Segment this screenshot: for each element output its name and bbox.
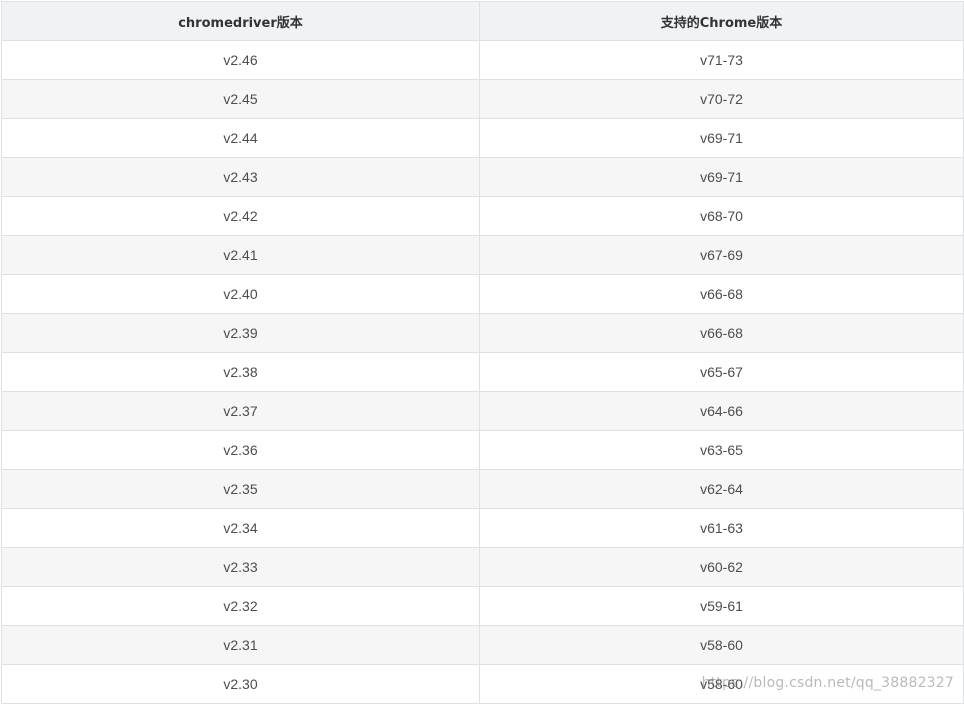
chromedriver-version-cell: v2.33 — [1, 547, 480, 587]
table-row: v2.32 v59-61 — [1, 586, 964, 626]
chrome-version-cell: v58-60 — [479, 625, 964, 665]
chromedriver-version-cell: v2.41 — [1, 235, 480, 275]
chromedriver-version-cell: v2.36 — [1, 430, 480, 470]
chromedriver-version-cell: v2.30 — [1, 664, 480, 704]
table-header: chromedriver版本 支持的Chrome版本 — [1, 1, 964, 41]
table-row: v2.30 v58-60 — [1, 664, 964, 704]
chromedriver-version-cell: v2.43 — [1, 157, 480, 197]
chrome-version-cell: v71-73 — [479, 40, 964, 80]
chromedriver-version-cell: v2.45 — [1, 79, 480, 119]
chromedriver-version-cell: v2.37 — [1, 391, 480, 431]
chrome-version-cell: v68-70 — [479, 196, 964, 236]
table-row: v2.40 v66-68 — [1, 274, 964, 314]
table-row: v2.31 v58-60 — [1, 625, 964, 665]
table-row: v2.43 v69-71 — [1, 157, 964, 197]
chrome-version-cell: v66-68 — [479, 274, 964, 314]
chrome-version-cell: v59-61 — [479, 586, 964, 626]
table-row: v2.33 v60-62 — [1, 547, 964, 587]
chromedriver-version-cell: v2.39 — [1, 313, 480, 353]
chromedriver-version-cell: v2.42 — [1, 196, 480, 236]
chromedriver-version-cell: v2.38 — [1, 352, 480, 392]
chromedriver-version-cell: v2.34 — [1, 508, 480, 548]
chrome-version-cell: v70-72 — [479, 79, 964, 119]
version-table-container: chromedriver版本 支持的Chrome版本 v2.46 v71-73 v… — [1, 1, 964, 704]
version-compat-table: chromedriver版本 支持的Chrome版本 v2.46 v71-73 v… — [1, 1, 964, 704]
chromedriver-version-cell: v2.32 — [1, 586, 480, 626]
chromedriver-version-cell: v2.35 — [1, 469, 480, 509]
chrome-version-cell: v61-63 — [479, 508, 964, 548]
table-row: v2.44 v69-71 — [1, 118, 964, 158]
chromedriver-version-cell: v2.31 — [1, 625, 480, 665]
chromedriver-version-cell: v2.44 — [1, 118, 480, 158]
table-row: v2.38 v65-67 — [1, 352, 964, 392]
chromedriver-version-cell: v2.46 — [1, 40, 480, 80]
chrome-version-cell: v58-60 — [479, 664, 964, 704]
table-row: v2.35 v62-64 — [1, 469, 964, 509]
chrome-version-cell: v65-67 — [479, 352, 964, 392]
chrome-version-cell: v67-69 — [479, 235, 964, 275]
chromedriver-version-cell: v2.40 — [1, 274, 480, 314]
header-supported-chrome-version: 支持的Chrome版本 — [479, 1, 964, 41]
chrome-version-cell: v66-68 — [479, 313, 964, 353]
chrome-version-cell: v60-62 — [479, 547, 964, 587]
chrome-version-cell: v69-71 — [479, 157, 964, 197]
header-row: chromedriver版本 支持的Chrome版本 — [1, 1, 964, 41]
table-row: v2.37 v64-66 — [1, 391, 964, 431]
chrome-version-cell: v63-65 — [479, 430, 964, 470]
chrome-version-cell: v69-71 — [479, 118, 964, 158]
table-row: v2.42 v68-70 — [1, 196, 964, 236]
chrome-version-cell: v62-64 — [479, 469, 964, 509]
table-body: v2.46 v71-73 v2.45 v70-72 v2.44 v69-71 v2.4… — [1, 40, 964, 704]
table-row: v2.39 v66-68 — [1, 313, 964, 353]
table-row: v2.46 v71-73 — [1, 40, 964, 80]
table-row: v2.45 v70-72 — [1, 79, 964, 119]
chrome-version-cell: v64-66 — [479, 391, 964, 431]
table-row: v2.36 v63-65 — [1, 430, 964, 470]
header-chromedriver-version: chromedriver版本 — [1, 1, 480, 41]
table-row: v2.41 v67-69 — [1, 235, 964, 275]
table-row: v2.34 v61-63 — [1, 508, 964, 548]
